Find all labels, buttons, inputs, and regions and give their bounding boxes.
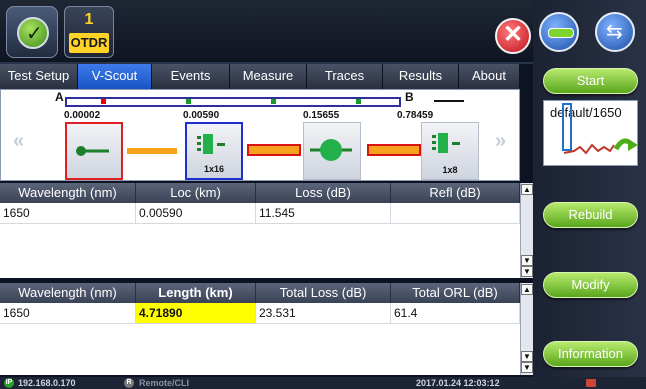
splice-icon — [310, 139, 352, 161]
cell-length: 4.71890 — [136, 303, 256, 323]
top-bar: 1 OTDR ✕ — [0, 0, 533, 64]
datetime: 2017.01.24 12:03:12 — [416, 378, 500, 388]
toggle-icon[interactable] — [539, 12, 579, 52]
trace-preview-icon — [563, 138, 637, 155]
distance-label: 0.15655 — [303, 110, 340, 121]
status-bar: IP 192.168.0.170 R Remote/CLI 2017.01.24… — [0, 377, 646, 389]
end-b-label: B — [405, 90, 414, 104]
col-total-orl: Total ORL (dB) — [391, 283, 520, 303]
event-marker — [271, 99, 276, 104]
event-marker — [356, 99, 361, 104]
event-connector[interactable] — [65, 122, 123, 180]
otdr-screen: 1 OTDR ✕ Test Setup V-Scout Events Measu… — [0, 0, 646, 389]
remote-icon: R — [124, 378, 134, 388]
modify-button[interactable]: Modify — [543, 272, 638, 298]
col-location: Loc (km) — [136, 183, 256, 203]
scroll-up-icon[interactable]: ▲ — [521, 184, 533, 195]
event-splitter-1x8[interactable]: 1x8 — [421, 122, 479, 180]
tab-measure[interactable]: Measure — [230, 64, 307, 89]
end-a-label: A — [55, 90, 64, 104]
ip-address: 192.168.0.170 — [18, 378, 76, 388]
cell-total-loss: 23.531 — [256, 303, 391, 323]
event-splitter-1x16[interactable]: 1x16 — [185, 122, 243, 180]
col-length: Length (km) — [136, 283, 256, 303]
event-splice[interactable] — [303, 122, 361, 180]
scroll-down-icon[interactable]: ▼ — [521, 255, 533, 266]
remote-status: Remote/CLI — [139, 378, 190, 388]
tab-v-scout[interactable]: V-Scout — [78, 64, 152, 89]
scroll-right-icon[interactable]: » — [495, 130, 506, 153]
scroll-up-icon[interactable]: ▲ — [521, 284, 533, 295]
otdr-count: 1 — [84, 11, 94, 28]
tab-bar: Test Setup V-Scout Events Measure Traces… — [0, 64, 520, 89]
scroll-down-icon[interactable]: ▼ — [521, 351, 533, 362]
scroll-left-icon[interactable]: « — [13, 130, 24, 153]
table-row[interactable]: 1650 4.71890 23.531 61.4 — [0, 303, 520, 324]
event-table-scrollbar[interactable]: ▲ ▼ ▼ — [520, 183, 533, 278]
fiber-section-fault — [367, 144, 421, 156]
fiber-section-fault — [247, 144, 301, 156]
tab-about[interactable]: About — [459, 64, 520, 89]
otdr-label: OTDR — [69, 33, 109, 53]
cell-wavelength: 1650 — [0, 303, 136, 323]
event-table-header: Wavelength (nm) Loc (km) Loss (dB) Refl … — [0, 183, 520, 203]
fiber-tail — [434, 100, 464, 102]
distance-label: 0.00002 — [64, 110, 101, 121]
splitter-icon — [197, 134, 225, 154]
right-panel: Start default/1650 Rebuild Modify Inform… — [533, 0, 646, 389]
col-wavelength: Wavelength (nm) — [0, 283, 136, 303]
link-map-panel: A B 0.00002 0.00590 0.15655 0.78459 « » — [0, 89, 520, 181]
summary-table-header: Wavelength (nm) Length (km) Total Loss (… — [0, 283, 520, 303]
distance-label: 0.78459 — [397, 110, 434, 121]
cell-total-orl: 61.4 — [391, 303, 520, 323]
cell-reflectance — [391, 203, 520, 223]
distance-label: 0.00590 — [183, 110, 220, 121]
event-marker — [186, 99, 191, 104]
tab-test-setup[interactable]: Test Setup — [0, 64, 78, 89]
splitter-icon — [432, 133, 460, 153]
trace-thumbnail[interactable]: default/1650 — [543, 100, 638, 166]
col-wavelength: Wavelength (nm) — [0, 183, 136, 203]
connector-icon — [76, 146, 109, 156]
home-app-icon[interactable] — [6, 6, 58, 58]
information-button[interactable]: Information — [543, 341, 638, 367]
battery-icon — [586, 379, 596, 387]
splitter-ratio: 1x8 — [442, 165, 458, 175]
rebuild-button[interactable]: Rebuild — [543, 202, 638, 228]
otdr-app-badge[interactable]: 1 OTDR — [64, 6, 114, 58]
tab-results[interactable]: Results — [383, 64, 459, 89]
col-loss: Loss (dB) — [256, 183, 391, 203]
switch-view-icon[interactable] — [595, 12, 635, 52]
cell-loss: 11.545 — [256, 203, 391, 223]
event-table: Wavelength (nm) Loc (km) Loss (dB) Refl … — [0, 183, 520, 278]
event-marker — [101, 99, 106, 104]
network-icon: IP — [4, 378, 14, 388]
fiber-line — [65, 97, 401, 107]
cell-location: 0.00590 — [136, 203, 256, 223]
col-total-loss: Total Loss (dB) — [256, 283, 391, 303]
close-icon[interactable]: ✕ — [495, 18, 531, 54]
start-button[interactable]: Start — [543, 68, 638, 94]
scroll-end-icon[interactable]: ▼ — [521, 266, 533, 277]
scroll-end-icon[interactable]: ▼ — [521, 362, 533, 373]
fiber-section — [127, 148, 177, 154]
table-row[interactable]: 1650 0.00590 11.545 — [0, 203, 520, 224]
cell-wavelength: 1650 — [0, 203, 136, 223]
tab-events[interactable]: Events — [152, 64, 230, 89]
tab-traces[interactable]: Traces — [307, 64, 383, 89]
splitter-ratio: 1x16 — [203, 164, 225, 174]
col-reflectance: Refl (dB) — [391, 183, 520, 203]
summary-table: Wavelength (nm) Length (km) Total Loss (… — [0, 283, 520, 375]
summary-table-scrollbar[interactable]: ▲ ▼ ▼ — [520, 283, 533, 375]
